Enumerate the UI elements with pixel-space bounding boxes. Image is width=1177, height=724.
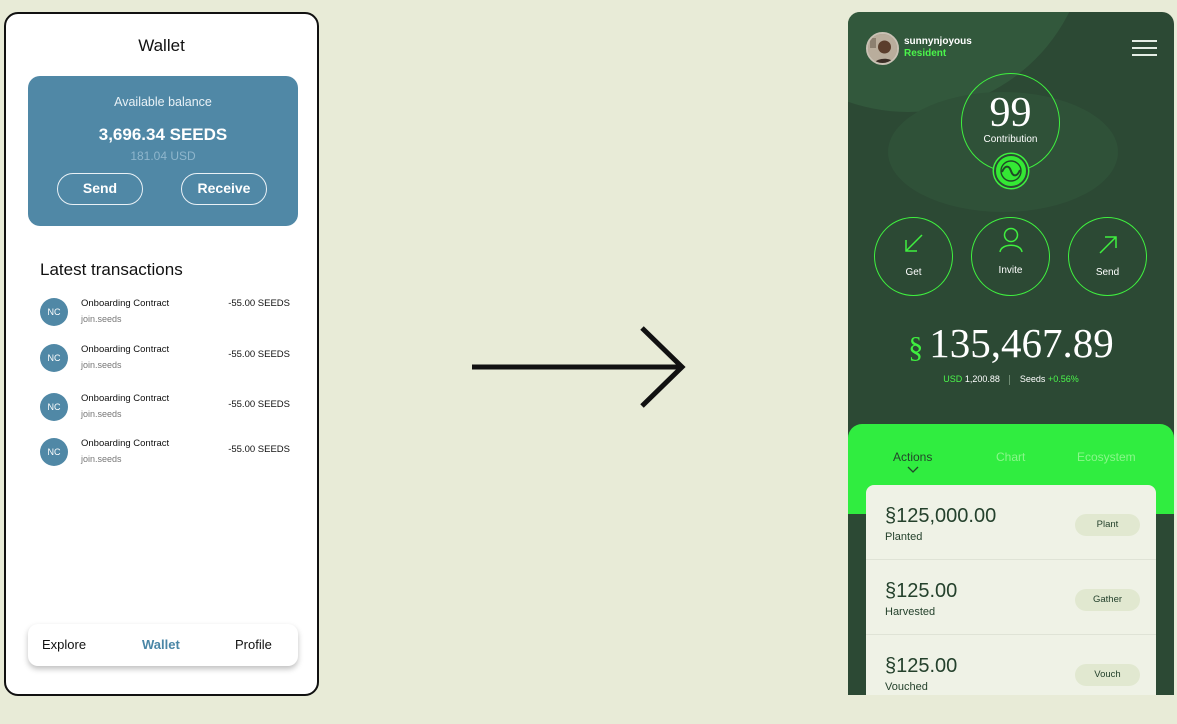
chevron-down-icon bbox=[907, 466, 919, 473]
harvested-amount: §125.00 bbox=[885, 580, 958, 602]
transactions-heading: Latest transactions bbox=[40, 260, 183, 279]
seeds-logo-icon bbox=[994, 154, 1028, 188]
receive-button[interactable]: Receive bbox=[181, 173, 267, 205]
planted-amount: §125,000.00 bbox=[885, 505, 997, 527]
list-item: §125.00 Vouched Vouch bbox=[866, 635, 1156, 695]
transaction-name: Onboarding Contract bbox=[81, 298, 170, 309]
contribution-score: 99 bbox=[989, 90, 1032, 136]
usd-label: USD bbox=[943, 374, 963, 384]
transaction-account: join.seeds bbox=[81, 454, 122, 464]
transaction-name: Onboarding Contract bbox=[81, 393, 170, 404]
nav-explore[interactable]: Explore bbox=[42, 637, 86, 652]
planted-label: Planted bbox=[885, 531, 923, 543]
gather-button[interactable]: Gather bbox=[1075, 589, 1140, 611]
tab-actions[interactable]: Actions bbox=[893, 450, 932, 464]
balance-details: USD 1,200.88 Seeds +0.56% bbox=[848, 374, 1174, 385]
nav-profile[interactable]: Profile bbox=[235, 637, 272, 652]
send-button[interactable]: Send bbox=[57, 173, 143, 205]
harvested-label: Harvested bbox=[885, 606, 936, 618]
vouched-label: Vouched bbox=[885, 681, 928, 693]
user-role: Resident bbox=[904, 48, 947, 59]
arrow-up-right-icon bbox=[1099, 236, 1117, 254]
balance-label: Available balance bbox=[114, 95, 212, 109]
transaction-amount: -55.00 SEEDS bbox=[228, 298, 290, 309]
invite-label: Invite bbox=[998, 265, 1023, 276]
transaction-name: Onboarding Contract bbox=[81, 344, 170, 355]
wireframe-phone: Wallet Available balance 3,696.34 SEEDS … bbox=[4, 12, 319, 696]
balance-amount: 135,467.89 bbox=[929, 320, 1114, 366]
transaction-amount: -55.00 SEEDS bbox=[228, 399, 290, 410]
get-button[interactable]: Get bbox=[874, 217, 953, 296]
usd-value: 1,200.88 bbox=[964, 374, 1000, 384]
bottom-nav: Explore Wallet Profile bbox=[28, 624, 298, 666]
person-icon bbox=[999, 227, 1023, 253]
design-phone: sunnynjoyous Resident 99 Contribution Ge… bbox=[848, 12, 1174, 695]
balance-usd: 181.04 USD bbox=[130, 149, 196, 163]
nav-wallet[interactable]: Wallet bbox=[142, 637, 180, 652]
balance-amount: 3,696.34 SEEDS bbox=[98, 125, 228, 144]
action-list: §125,000.00 Planted Plant §125.00 Harves… bbox=[866, 485, 1156, 695]
vouched-amount: §125.00 bbox=[885, 655, 958, 677]
get-label: Get bbox=[905, 267, 922, 278]
send-button[interactable]: Send bbox=[1068, 217, 1147, 296]
avatar: NC bbox=[40, 438, 68, 466]
list-item: §125.00 Harvested Gather bbox=[866, 560, 1156, 635]
plant-button[interactable]: Plant bbox=[1075, 514, 1140, 536]
contribution-label: Contribution bbox=[983, 134, 1038, 145]
transaction-account: join.seeds bbox=[81, 409, 122, 419]
divider bbox=[1009, 374, 1011, 385]
avatar: NC bbox=[40, 393, 68, 421]
transaction-account: join.seeds bbox=[81, 314, 122, 324]
total-balance: § 135,467.89 bbox=[848, 319, 1174, 367]
avatar: NC bbox=[40, 298, 68, 326]
seeds-currency-icon: § bbox=[908, 331, 924, 364]
transaction-amount: -55.00 SEEDS bbox=[228, 444, 290, 455]
transaction-name: Onboarding Contract bbox=[81, 438, 170, 449]
page-title: Wallet bbox=[138, 36, 185, 55]
vouch-button[interactable]: Vouch bbox=[1075, 664, 1140, 686]
transaction-amount: -55.00 SEEDS bbox=[228, 349, 290, 360]
seeds-label: Seeds bbox=[1019, 374, 1046, 384]
seeds-change: +0.56% bbox=[1047, 374, 1079, 384]
menu-icon[interactable] bbox=[1132, 40, 1157, 56]
invite-button[interactable]: Invite bbox=[971, 217, 1050, 296]
user-name: sunnynjoyous bbox=[904, 36, 972, 47]
send-label: Send bbox=[1095, 267, 1120, 278]
transaction-account: join.seeds bbox=[81, 360, 122, 370]
list-item: §125,000.00 Planted Plant bbox=[866, 485, 1156, 560]
arrow-down-left-icon bbox=[905, 234, 923, 252]
arrow-right-icon bbox=[472, 326, 686, 408]
balance-card: Available balance 3,696.34 SEEDS 181.04 … bbox=[28, 76, 298, 226]
tab-chart[interactable]: Chart bbox=[996, 450, 1025, 464]
avatar[interactable] bbox=[866, 32, 899, 65]
tab-ecosystem[interactable]: Ecosystem bbox=[1077, 450, 1136, 464]
avatar: NC bbox=[40, 344, 68, 372]
